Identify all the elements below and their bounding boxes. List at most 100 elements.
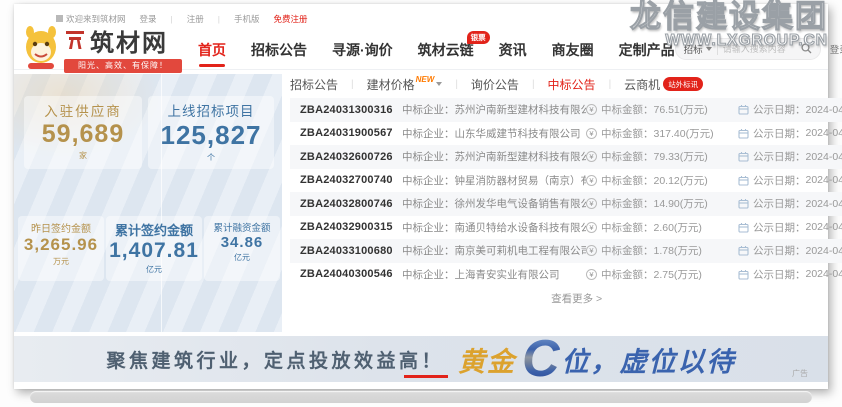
table-row[interactable]: ZBA24032900315 中标企业：南通贝特给水设备科技有限公司 ¥中标金额… [290, 216, 842, 240]
stat-value: 34.86 [204, 234, 280, 251]
left-stats-panel: 入驻供应商 59,689 家 上线招标项目 125,827 个 昨日签约金额 3… [14, 74, 282, 332]
tab-separator: | [351, 79, 354, 90]
stat-unit: 亿元 [204, 252, 280, 263]
stat-label: 上线招标项目 [148, 100, 274, 120]
date-value: 2024-04-09 [806, 104, 842, 116]
calendar-icon [738, 269, 749, 280]
award-id-link[interactable]: ZBA24032700740 [300, 174, 402, 186]
award-id-link[interactable]: ZBA24032800746 [300, 198, 402, 210]
yen-circle-icon: ¥ [586, 104, 597, 115]
search-icon[interactable] [801, 43, 812, 54]
page-container: 欢迎来到筑材网 登录 | 注册 | 手机版 免费注册 [14, 4, 828, 389]
tab-award-announcements[interactable]: 中标公告 [548, 76, 596, 93]
stat-unit: 亿元 [106, 264, 202, 275]
tab-material-prices[interactable]: 建材价格NEW [367, 76, 443, 93]
tab-label: 云商机 [624, 76, 660, 93]
award-id-link[interactable]: ZBA24032900315 [300, 221, 402, 233]
chevron-down-icon [436, 82, 442, 86]
date-value: 2024-04-09 [806, 174, 842, 186]
award-date: 公示日期：2024-04-09 [738, 267, 842, 282]
tab-cloud-business[interactable]: 云商机站外标讯 [624, 76, 703, 93]
nav-item-tender-announcements[interactable]: 招标公告 [251, 40, 307, 60]
nav-item-sourcing-inquiry[interactable]: 寻源·询价 [332, 40, 393, 60]
nav-item-business-circle[interactable]: 商友圈 [552, 40, 594, 60]
calendar-icon [738, 128, 749, 139]
slogan-ribbon: 阳光、高效、有保障！ [64, 59, 182, 73]
award-amount: ¥中标金额：2.75(万元) [586, 267, 738, 282]
amount-value: 2.60(万元) [654, 220, 702, 235]
award-date: 公示日期：2024-04-09 [738, 102, 842, 117]
award-id-link[interactable]: ZBA24031300316 [300, 104, 402, 116]
table-row[interactable]: ZBA24032800746 中标企业：徐州发华电气设备销售有限公司 ¥中标金额… [290, 192, 842, 216]
date-value: 2024-04-09 [806, 221, 842, 233]
search-input[interactable] [723, 44, 801, 54]
amount-prefix: 中标金额： [601, 220, 654, 235]
award-company: 中标企业：上海青安实业有限公司 [402, 267, 586, 282]
header-auth-links[interactable]: 登录 | 注册 [830, 42, 842, 56]
company-prefix: 中标企业： [402, 245, 455, 257]
award-id-link[interactable]: ZBA24033100680 [300, 245, 402, 257]
award-id-link[interactable]: ZBA24040300546 [300, 268, 402, 280]
table-row[interactable]: ZBA24033100680 中标企业：南京美可莉机电工程有限公司 ¥中标金额：… [290, 239, 842, 263]
nav-item-home[interactable]: 首页 [198, 40, 226, 60]
stat-yesterday-signed: 昨日签约金额 3,265.96 万元 [18, 216, 104, 281]
award-company: 中标企业：山东华威建节科技有限公司 [402, 126, 586, 141]
main-nav: 首页 招标公告 寻源·询价 筑材云链银票 资讯 商友圈 定制产品 [198, 40, 675, 60]
stats-top-row: 入驻供应商 59,689 家 上线招标项目 125,827 个 [14, 96, 282, 169]
yen-circle-icon: ¥ [586, 222, 597, 233]
company-name: 上海青安实业有限公司 [455, 269, 560, 281]
award-date: 公示日期：2024-04-09 [738, 243, 842, 258]
tab-tender-announcements[interactable]: 招标公告 [290, 76, 338, 93]
company-prefix: 中标企业： [402, 222, 455, 234]
award-date: 公示日期：2024-04-09 [738, 149, 842, 164]
table-row[interactable]: ZBA24032600726 中标企业：苏州沪南新型建材科技有限公司 ¥中标金额… [290, 145, 842, 169]
company-name: 山东华威建节科技有限公司 [455, 128, 581, 140]
yen-circle-icon: ¥ [586, 245, 597, 256]
calendar-icon [738, 245, 749, 256]
mascot-logo-icon [20, 25, 62, 71]
nav-item-material-cloud-chain[interactable]: 筑材云链银票 [418, 40, 474, 60]
stat-total-financing: 累计融资金额 34.86 亿元 [204, 216, 280, 281]
banner-slogan: 聚焦建筑行业，定点投放效益高！ [106, 346, 444, 373]
award-company: 中标企业：苏州沪南新型建材科技有限公司 [402, 149, 586, 164]
horizontal-scrollbar[interactable] [30, 391, 812, 403]
top-utility-bar: 欢迎来到筑材网 登录 | 注册 | 手机版 免费注册 [14, 4, 828, 24]
register-link[interactable]: 注册 [187, 13, 204, 25]
date-prefix: 公示日期： [753, 102, 806, 117]
stat-unit: 家 [24, 150, 142, 161]
stat-unit: 个 [148, 152, 274, 163]
site-marker-icon [56, 15, 63, 22]
company-name: 苏州沪南新型建材科技有限公司 [455, 151, 587, 163]
date-prefix: 公示日期： [753, 126, 806, 141]
tab-separator: | [609, 79, 612, 90]
table-row[interactable]: ZBA24031900567 中标企业：山东华威建节科技有限公司 ¥中标金额：3… [290, 122, 842, 146]
amount-value: 1.78(万元) [654, 243, 702, 258]
search-category-dropdown[interactable]: 招标 [684, 42, 703, 56]
yen-circle-icon: ¥ [586, 269, 597, 280]
stat-label: 累计融资金额 [204, 220, 280, 234]
table-row[interactable]: ZBA24040300546 中标企业：上海青安实业有限公司 ¥中标金额：2.7… [290, 263, 842, 287]
search-bar[interactable]: 招标 [675, 38, 821, 60]
tab-inquiry-announcements[interactable]: 询价公告 [471, 76, 519, 93]
yen-circle-icon: ¥ [586, 151, 597, 162]
stat-unit: 万元 [18, 256, 104, 267]
nav-item-custom-products[interactable]: 定制产品 [619, 40, 675, 60]
table-row[interactable]: ZBA24032700740 中标企业：钟星消防器材贸易（南京）有... ¥中标… [290, 169, 842, 193]
free-register-link[interactable]: 免费注册 [274, 13, 308, 25]
date-value: 2024-04-09 [806, 198, 842, 210]
award-company: 中标企业：钟星消防器材贸易（南京）有... [402, 173, 586, 188]
award-id-link[interactable]: ZBA24031900567 [300, 127, 402, 139]
stat-tender-projects: 上线招标项目 125,827 个 [148, 96, 274, 169]
brand-row: 筑材网 [64, 23, 182, 58]
table-row[interactable]: ZBA24031300316 中标企业：苏州沪南新型建材科技有限公司 ¥中标金额… [290, 98, 842, 122]
date-prefix: 公示日期： [753, 220, 806, 235]
calendar-icon [738, 175, 749, 186]
view-more-link[interactable]: 查看更多 > [290, 291, 842, 306]
award-id-link[interactable]: ZBA24032600726 [300, 151, 402, 163]
ad-banner[interactable]: 聚焦建筑行业，定点投放效益高！ 黄金 C 位，虚位以待 广告 [14, 336, 828, 382]
external-info-badge: 站外标讯 [663, 77, 703, 91]
nav-item-news[interactable]: 资讯 [499, 40, 527, 60]
award-company: 中标企业：徐州发华电气设备销售有限公司 [402, 196, 586, 211]
stat-value: 1,407.81 [106, 239, 202, 263]
mobile-link[interactable]: 手机版 [234, 13, 260, 25]
